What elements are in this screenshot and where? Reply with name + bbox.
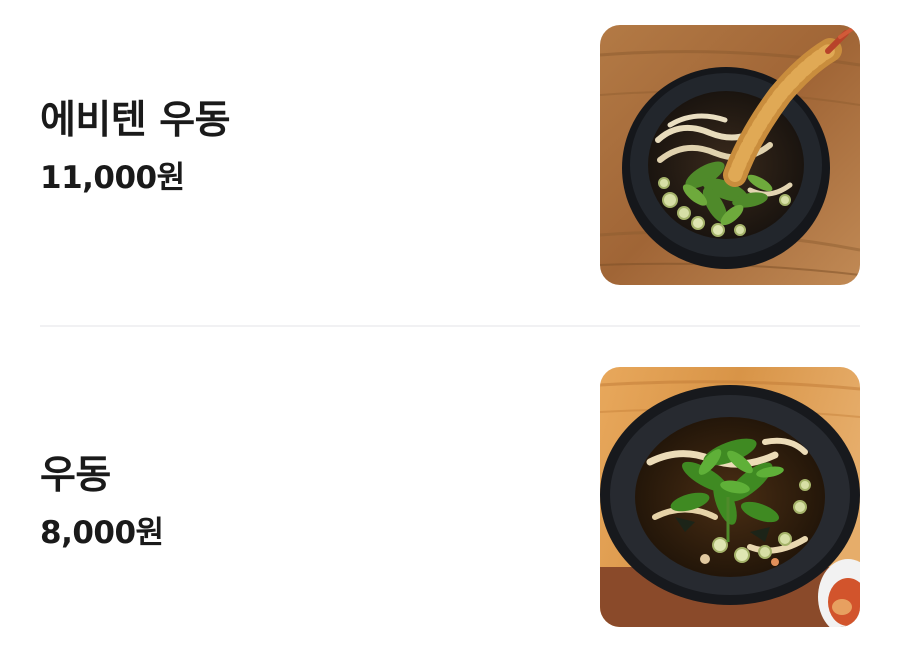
menu-item-text: 에비텐 우동 11,000원 bbox=[40, 25, 560, 285]
menu-list: 에비텐 우동 11,000원 우동 8,000원 bbox=[0, 0, 900, 660]
menu-item-ebiten-udon[interactable]: 에비텐 우동 11,000원 bbox=[40, 25, 860, 285]
divider bbox=[40, 325, 860, 327]
menu-item-udon[interactable]: 우동 8,000원 bbox=[40, 367, 860, 627]
ebiten-udon-photo[interactable] bbox=[600, 25, 860, 285]
menu-item-name: 에비텐 우동 bbox=[40, 97, 230, 143]
menu-item-name: 우동 bbox=[40, 452, 111, 498]
udon-photo[interactable] bbox=[600, 367, 860, 627]
menu-item-price: 11,000원 bbox=[40, 159, 185, 196]
menu-item-text: 우동 8,000원 bbox=[40, 367, 560, 627]
menu-item-price: 8,000원 bbox=[40, 514, 164, 551]
